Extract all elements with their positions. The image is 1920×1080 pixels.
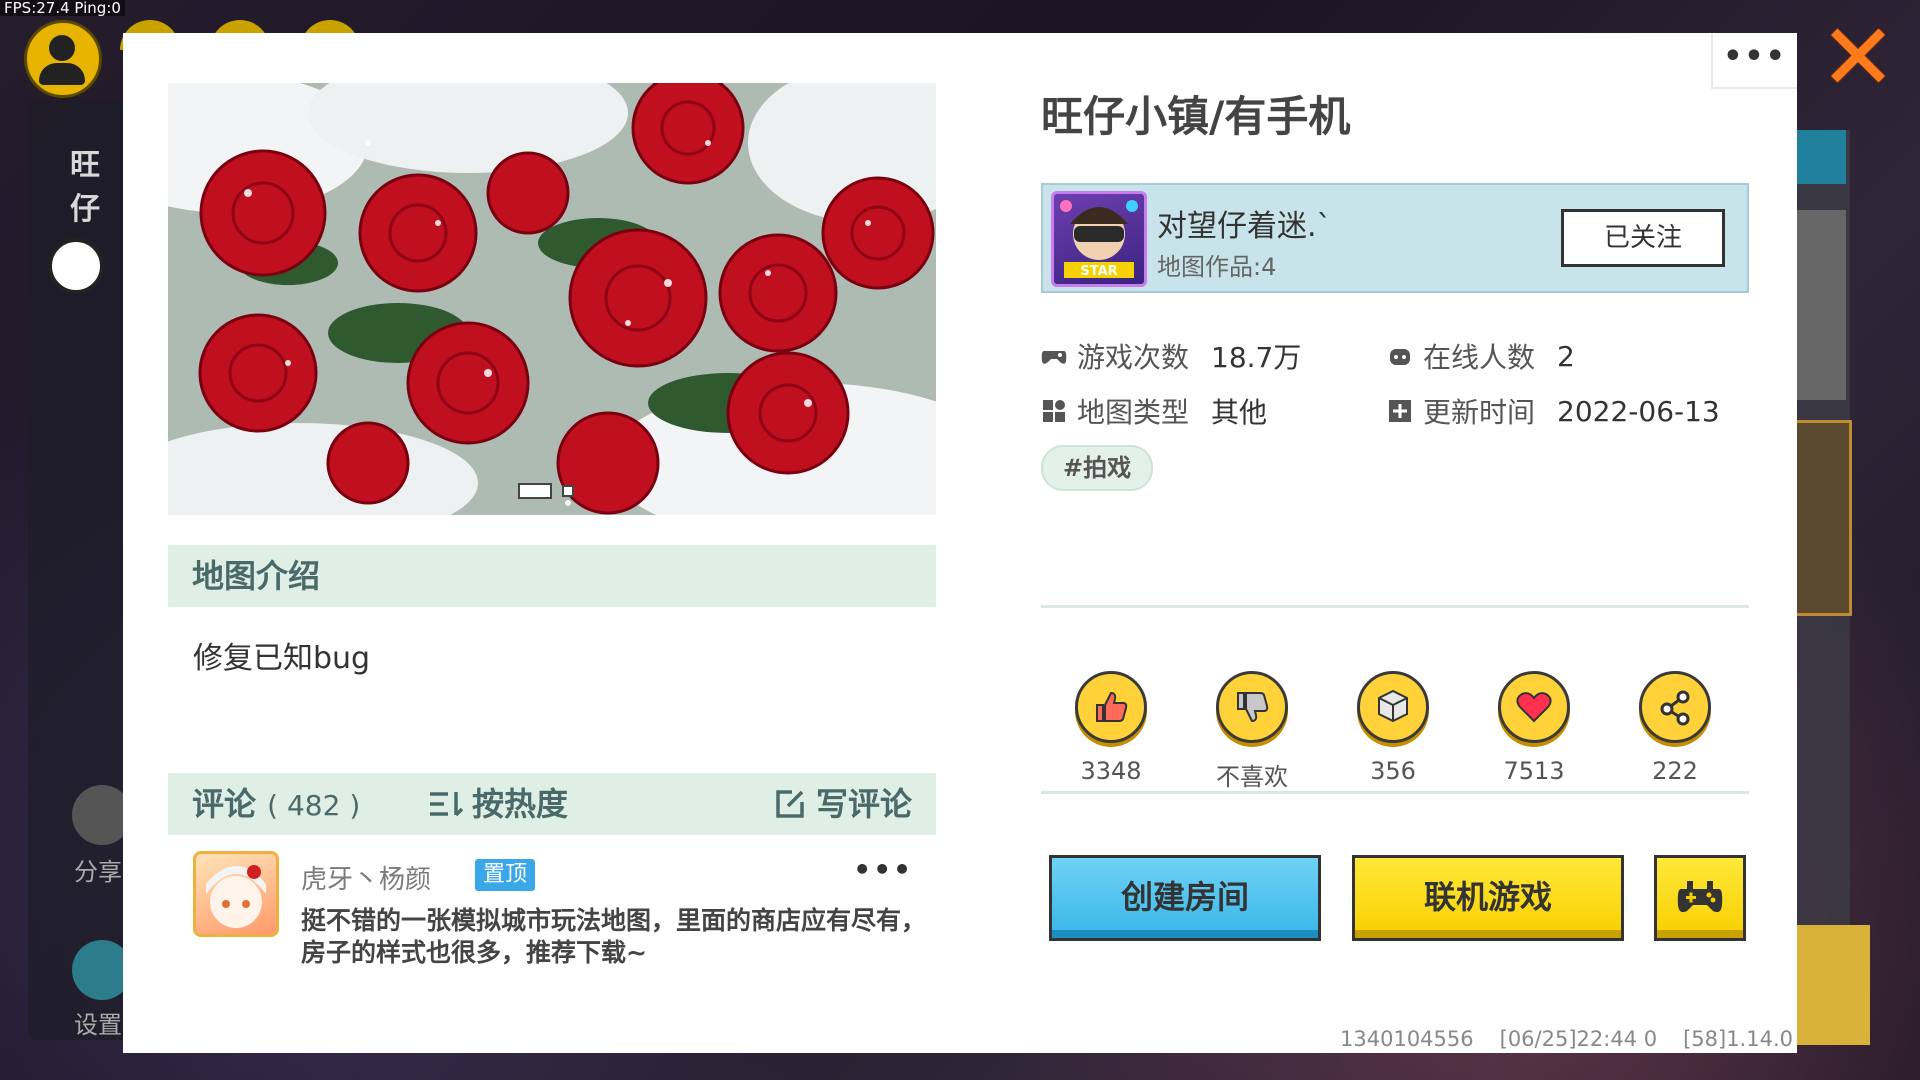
follow-button[interactable]: 已关注 xyxy=(1561,209,1725,267)
author-avatar[interactable]: STAR xyxy=(1051,191,1147,287)
author-name[interactable]: 对望仔着迷.` xyxy=(1157,201,1332,245)
share-icon[interactable] xyxy=(1639,671,1711,743)
comment-text: 挺不错的一张模拟城市玩法地图，里面的商店应有尽有，房子的样式也很多，推荐下载~ xyxy=(301,906,927,967)
fps-readout: FPS:27.4 Ping:0 xyxy=(0,0,125,16)
comment-more-button[interactable]: ••• xyxy=(853,853,913,886)
stat-online: 在线人数 2 xyxy=(1387,336,1575,376)
update-icon xyxy=(1389,400,1411,422)
map-title: 旺仔小镇/有手机 xyxy=(1041,92,1351,141)
map-type-icon xyxy=(1043,400,1065,422)
intro-section-header: 地图介绍 xyxy=(168,545,936,607)
create-room-button[interactable]: 创建房间 xyxy=(1049,855,1321,941)
write-comment-label: 写评论 xyxy=(815,785,912,823)
author-avatar-text: STAR xyxy=(1080,264,1117,279)
share-action[interactable]: 222 xyxy=(1637,671,1713,785)
intro-text: 修复已知bug xyxy=(193,641,371,676)
footer-time: [06/25]22:44 0 xyxy=(1499,1027,1658,1051)
dislike-action[interactable]: 不喜欢 xyxy=(1214,671,1290,792)
background-right-panel xyxy=(1790,130,1870,1045)
stat-plays: 游戏次数 18.7万 xyxy=(1041,336,1301,376)
online-game-button[interactable]: 联机游戏 xyxy=(1352,855,1624,941)
stat-type: 地图类型 其他 xyxy=(1041,391,1267,431)
comment-item: 虎牙丶杨颜 置顶 ••• 挺不错的一张模拟城市玩法地图，里面的商店应有尽有，房子… xyxy=(193,851,933,1001)
gamepad-icon xyxy=(1041,351,1067,364)
download-count: 356 xyxy=(1370,757,1416,785)
download-action[interactable]: 356 xyxy=(1355,671,1431,785)
commenter-avatar[interactable] xyxy=(193,851,279,937)
like-action[interactable]: 3348 xyxy=(1073,671,1149,785)
map-tag[interactable]: #拍戏 xyxy=(1041,445,1154,491)
gamepad-icon xyxy=(1677,881,1723,913)
author-works-count: 地图作品:4 xyxy=(1157,253,1277,281)
write-comment-button[interactable]: 写评论 xyxy=(774,773,912,835)
more-options-button[interactable]: ••• xyxy=(1711,33,1797,89)
stat-updated: 更新时间 2022-06-13 xyxy=(1387,391,1720,431)
player-avatar-icon[interactable] xyxy=(24,20,102,98)
divider xyxy=(1041,791,1749,794)
download-icon[interactable] xyxy=(1357,671,1429,743)
rose-cover-art xyxy=(168,83,936,515)
sort-label: 按热度 xyxy=(472,785,569,823)
pager-dot-active[interactable] xyxy=(518,483,552,499)
comments-count: ( 482 ) xyxy=(267,789,361,822)
online-players-icon xyxy=(1390,349,1410,365)
updated-value: 2022-06-13 xyxy=(1557,394,1720,428)
share-count: 222 xyxy=(1652,757,1698,785)
comments-title: 评论 xyxy=(192,785,257,823)
thumbs-down-icon[interactable] xyxy=(1216,671,1288,743)
heart-icon[interactable] xyxy=(1498,671,1570,743)
map-detail-dialog: ••• 地图介绍 修复已知bug 评论 (482) 按热度 写评论 虎牙丶杨… xyxy=(123,33,1797,1053)
close-button[interactable]: ✕ xyxy=(1818,12,1898,104)
intro-title: 地图介绍 xyxy=(192,557,321,595)
comments-section-header: 评论 ( 482 ) 按热度 写评论 xyxy=(168,773,936,835)
commenter-name[interactable]: 虎牙丶杨颜 xyxy=(301,859,431,896)
footer-id: 1340104556 xyxy=(1340,1027,1474,1051)
type-value: 其他 xyxy=(1211,396,1268,429)
like-count: 3348 xyxy=(1080,757,1142,785)
favorite-action[interactable]: 7513 xyxy=(1496,671,1572,785)
cover-pager[interactable] xyxy=(518,483,574,499)
background-settings-label[interactable]: 设置 xyxy=(74,1005,122,1040)
updated-label: 更新时间 xyxy=(1423,396,1536,429)
online-value: 2 xyxy=(1557,339,1575,373)
plays-label: 游戏次数 xyxy=(1077,341,1190,374)
thumbs-up-icon[interactable] xyxy=(1075,671,1147,743)
sort-icon xyxy=(430,792,464,817)
plays-value: 18.7万 xyxy=(1211,341,1302,374)
sort-by-popularity-button[interactable]: 按热度 xyxy=(428,773,568,835)
background-left-title: 旺仔 xyxy=(70,148,100,227)
gamepad-button[interactable] xyxy=(1654,855,1746,941)
edit-icon xyxy=(776,790,804,818)
dislike-label: 不喜欢 xyxy=(1216,763,1288,791)
background-share-label[interactable]: 分享 xyxy=(74,852,122,887)
toggle-dot[interactable] xyxy=(48,238,104,294)
footer-version: [58]1.14.0 xyxy=(1683,1027,1793,1051)
favorite-count: 7513 xyxy=(1503,757,1565,785)
author-card[interactable]: STAR 对望仔着迷.` 地图作品:4 已关注 xyxy=(1041,183,1749,293)
divider xyxy=(1041,605,1749,608)
footer-info: 1340104556 [06/25]22:44 0 [58]1.14.0 xyxy=(1340,1027,1793,1051)
map-cover-image[interactable] xyxy=(168,83,936,515)
pager-dot[interactable] xyxy=(562,485,574,497)
pinned-badge: 置顶 xyxy=(475,859,536,891)
type-label: 地图类型 xyxy=(1077,396,1190,429)
online-label: 在线人数 xyxy=(1423,341,1536,374)
